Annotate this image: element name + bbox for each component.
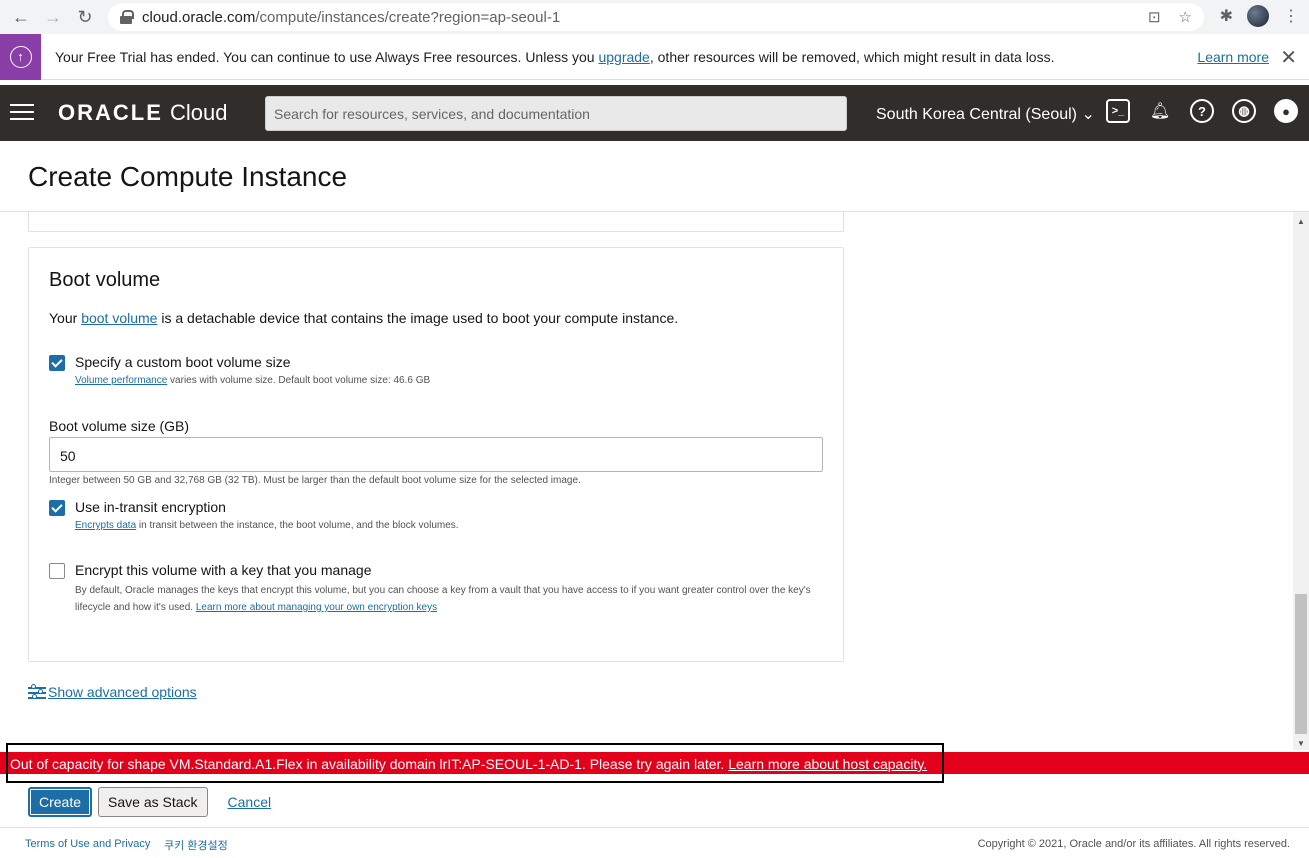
in-transit-checkbox[interactable]	[49, 500, 65, 516]
trial-stripe: ↑	[0, 33, 41, 80]
page-title: Create Compute Instance	[28, 161, 348, 192]
in-transit-help: Encrypts data in transit between the ins…	[75, 517, 845, 534]
footer: Terms of Use and Privacy 쿠키 환경설정 Copyrig…	[0, 827, 1309, 858]
boot-volume-card: Boot volume Your boot volume is a detach…	[28, 247, 844, 662]
boot-volume-description: Your boot volume is a detachable device …	[49, 310, 678, 326]
region-label: South Korea Central (Seoul)	[876, 106, 1077, 123]
form-actions: Create Save as Stack Cancel	[28, 787, 271, 817]
browser-toolbar: ← → ↻ cloud.oracle.com/compute/instances…	[0, 0, 1309, 34]
url-host: cloud.oracle.com	[142, 8, 256, 26]
scroll-up-arrow-icon[interactable]: ▲	[1297, 217, 1305, 226]
boot-volume-heading: Boot volume	[49, 269, 161, 291]
translate-icon[interactable]: ⊡	[1148, 8, 1161, 26]
in-transit-label: Use in-transit encryption	[75, 499, 226, 515]
logo-product: Cloud	[170, 100, 228, 125]
globe-icon[interactable]: ◍	[1232, 99, 1256, 123]
help-icon[interactable]: ?	[1190, 99, 1214, 123]
oracle-cloud-logo[interactable]: ORACLE Cloud	[58, 100, 228, 126]
region-selector[interactable]: South Korea Central (Seoul) ⌄	[876, 104, 1095, 124]
own-key-option: Encrypt this volume with a key that you …	[49, 562, 845, 616]
scrollbar-thumb[interactable]	[1295, 594, 1307, 734]
encrypts-data-link[interactable]: Encrypts data	[75, 520, 136, 531]
boot-volume-size-input[interactable]: 50	[49, 437, 823, 472]
bookmark-star-icon[interactable]: ☆	[1179, 8, 1192, 26]
advanced-options-label: Show advanced options	[48, 684, 197, 700]
scroll-down-arrow-icon[interactable]: ▼	[1297, 739, 1305, 748]
address-bar[interactable]: cloud.oracle.com/compute/instances/creat…	[108, 3, 1204, 31]
custom-size-checkbox[interactable]	[49, 355, 65, 371]
extensions-icon[interactable]: ✱	[1220, 6, 1233, 26]
copyright-text: Copyright © 2021, Oracle and/or its affi…	[977, 838, 1290, 850]
back-arrow-icon[interactable]: ←	[10, 6, 32, 28]
show-advanced-options-link[interactable]: Show advanced options	[28, 684, 197, 700]
in-transit-option: Use in-transit encryption Encrypts data …	[49, 499, 845, 534]
close-icon[interactable]: ✕	[1280, 45, 1297, 70]
user-profile-icon[interactable]: ●	[1274, 99, 1298, 123]
upgrade-arrow-icon: ↑	[9, 45, 32, 68]
global-search-input[interactable]: Search for resources, services, and docu…	[265, 96, 847, 131]
hamburger-menu-icon[interactable]	[10, 104, 34, 122]
custom-size-label: Specify a custom boot volume size	[75, 354, 291, 370]
in-transit-help-text: in transit between the instance, the boo…	[136, 520, 459, 531]
desc-before: Your	[49, 310, 82, 326]
custom-size-option: Specify a custom boot volume size Volume…	[49, 354, 845, 389]
upgrade-link[interactable]: upgrade	[598, 49, 649, 65]
own-key-help: By default, Oracle manages the keys that…	[75, 582, 845, 616]
previous-section-card	[28, 212, 844, 232]
trial-text-before: Your Free Trial has ended. You can conti…	[55, 48, 599, 65]
trial-banner: ↑ Your Free Trial has ended. You can con…	[0, 33, 1309, 80]
terms-link[interactable]: Terms of Use and Privacy	[25, 838, 150, 850]
forward-arrow-icon[interactable]: →	[42, 6, 64, 28]
error-highlight-box	[6, 743, 944, 783]
scrollbar[interactable]: ▲ ▼	[1293, 212, 1309, 750]
cookie-preferences-link[interactable]: 쿠키 환경설정	[164, 837, 228, 853]
bell-icon[interactable]: 🔔︎	[1148, 99, 1172, 123]
encryption-keys-link[interactable]: Learn more about managing your own encry…	[196, 602, 437, 613]
boot-volume-size-label: Boot volume size (GB)	[49, 418, 190, 434]
console-header: ORACLE Cloud Search for resources, servi…	[0, 85, 1309, 141]
lock-icon	[120, 10, 134, 24]
own-key-checkbox[interactable]	[49, 563, 65, 579]
save-as-stack-button[interactable]: Save as Stack	[98, 787, 208, 817]
volume-performance-link[interactable]: Volume performance	[75, 375, 167, 386]
profile-avatar[interactable]	[1247, 5, 1269, 27]
sliders-icon	[28, 684, 46, 700]
chevron-down-icon: ⌄	[1081, 106, 1095, 123]
trial-message: Your Free Trial has ended. You can conti…	[55, 49, 1054, 65]
reload-icon[interactable]: ↻	[74, 6, 96, 28]
chrome-menu-icon[interactable]: ⋮	[1283, 6, 1299, 26]
cloud-shell-icon[interactable]: >_	[1106, 99, 1130, 123]
cancel-link[interactable]: Cancel	[228, 794, 272, 810]
trial-learn-more-link[interactable]: Learn more	[1197, 49, 1269, 65]
custom-size-help-text: varies with volume size. Default boot vo…	[167, 375, 431, 386]
desc-after: is a detachable device that contains the…	[157, 310, 679, 326]
custom-size-help: Volume performance varies with volume si…	[75, 372, 845, 389]
boot-volume-link[interactable]: boot volume	[81, 310, 157, 326]
own-key-label: Encrypt this volume with a key that you …	[75, 562, 372, 578]
trial-text-after: , other resources will be removed, which…	[649, 48, 1055, 65]
boot-volume-size-help: Integer between 50 GB and 32,768 GB (32 …	[49, 475, 581, 486]
logo-brand: ORACLE	[58, 100, 163, 125]
page-header: Create Compute Instance	[0, 141, 1309, 212]
url-path: /compute/instances/create?region=ap-seou…	[255, 8, 561, 26]
create-button[interactable]: Create	[28, 787, 93, 817]
own-key-help-text: By default, Oracle manages the keys that…	[75, 585, 811, 613]
